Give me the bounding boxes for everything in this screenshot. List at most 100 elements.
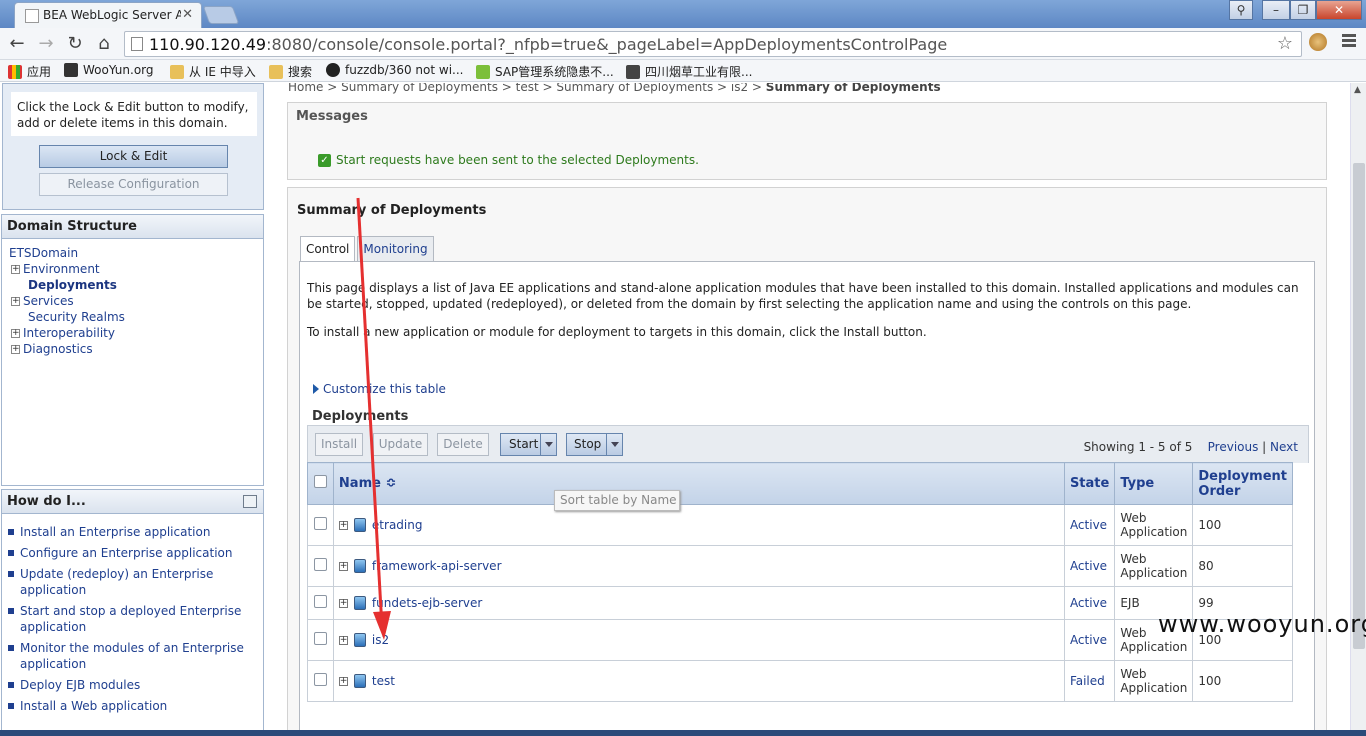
deployment-name-link[interactable]: etrading [372, 518, 423, 532]
tree-item-interoperability[interactable]: Interoperability [23, 325, 115, 341]
expand-icon[interactable]: + [338, 676, 348, 686]
chevron-down-icon[interactable] [606, 434, 622, 455]
user-icon[interactable]: ⚲ [1229, 0, 1253, 20]
scrollbar-thumb[interactable] [1353, 163, 1365, 649]
bookmark-fuzzdb[interactable]: fuzzdb/360 not wi... [326, 63, 463, 77]
row-checkbox[interactable] [313, 632, 327, 645]
deployment-state[interactable]: Active [1070, 518, 1107, 532]
application-icon [353, 596, 366, 610]
stop-button[interactable]: Stop [566, 433, 623, 456]
tree-root[interactable]: ETSDomain [9, 245, 78, 261]
expand-icon[interactable]: + [338, 635, 348, 645]
name-column-header[interactable]: Name ≎ [332, 462, 1065, 505]
expand-icon[interactable]: + [11, 328, 20, 338]
expand-icon[interactable]: + [11, 296, 20, 306]
breadcrumb[interactable]: Home > Summary of Deployments > test > S… [288, 83, 941, 94]
deployment-state[interactable]: Failed [1070, 674, 1105, 688]
change-center: Click the Lock & Edit button to modify, … [2, 83, 264, 210]
bookmark-wooyun[interactable]: WooYun.org [64, 63, 154, 77]
deployment-name-link[interactable]: test [372, 674, 395, 688]
check-shield-icon [476, 64, 490, 79]
lock-edit-button[interactable]: Lock & Edit [39, 145, 228, 168]
cookie-extension-icon[interactable] [1309, 33, 1327, 51]
table-row: + test Failed Web Application 100 [307, 660, 1293, 702]
panel-toggle-icon[interactable] [243, 495, 257, 508]
messages-box: Messages ✓ Start requests have been sent… [287, 102, 1327, 180]
row-checkbox[interactable] [313, 558, 327, 571]
expand-icon[interactable]: + [338, 598, 348, 608]
bookmark-star-icon[interactable]: ☆ [1277, 33, 1293, 54]
tree-item-services[interactable]: Services [23, 293, 74, 309]
update-button[interactable]: Update [373, 433, 428, 456]
new-tab-button[interactable] [202, 6, 240, 24]
tree-item-security-realms[interactable]: Security Realms [28, 309, 125, 325]
release-configuration-button[interactable]: Release Configuration [39, 173, 228, 196]
close-tab-icon[interactable]: ✕ [182, 7, 193, 22]
browser-titlebar: BEA WebLogic Server Ad ✕ ⚲ – ❐ ✕ [0, 0, 1366, 28]
bookmark-search[interactable]: 搜索 [269, 63, 312, 80]
site-icon [626, 64, 640, 79]
reload-icon[interactable]: ↻ [63, 33, 87, 54]
expand-icon[interactable]: + [338, 561, 348, 571]
check-icon: ✓ [318, 153, 331, 167]
minimize-button[interactable]: – [1262, 0, 1290, 20]
deployment-state[interactable]: Active [1070, 559, 1107, 573]
type-column-header[interactable]: Type [1114, 462, 1194, 505]
bookmark-sichuan[interactable]: 四川烟草工业有限... [626, 63, 752, 80]
tab-monitoring[interactable]: Monitoring [357, 236, 434, 261]
deployment-name-link[interactable]: is2 [372, 633, 389, 647]
install-button[interactable]: Install [315, 433, 363, 456]
menu-icon[interactable] [1342, 34, 1356, 49]
customize-table-link[interactable]: Customize this table [313, 382, 446, 396]
tree-item-diagnostics[interactable]: Diagnostics [23, 341, 93, 357]
deployment-name-link[interactable]: framework-api-server [372, 559, 502, 573]
tree-item-environment[interactable]: Environment [23, 261, 100, 277]
home-icon[interactable]: ⌂ [92, 33, 116, 54]
state-column-header[interactable]: State [1063, 462, 1116, 505]
list-item[interactable]: Install an Enterprise application [8, 524, 257, 540]
bookmark-ie-import[interactable]: 从 IE 中导入 [170, 63, 256, 80]
start-button[interactable]: Start [500, 433, 557, 456]
expand-icon[interactable]: + [338, 520, 348, 530]
sort-tooltip: Sort table by Name [554, 490, 680, 511]
address-bar[interactable]: 110.90.120.49:8080/console/console.porta… [124, 31, 1302, 57]
previous-link[interactable]: Previous [1208, 440, 1259, 454]
watermark: www.wooyun.org [1158, 610, 1366, 638]
close-window-button[interactable]: ✕ [1316, 0, 1362, 20]
bookmark-sap[interactable]: SAP管理系统隐患不... [476, 63, 614, 80]
row-checkbox[interactable] [313, 595, 327, 608]
tree-item-deployments[interactable]: Deployments [28, 277, 117, 293]
select-all-checkbox[interactable] [313, 475, 327, 488]
chevron-down-icon[interactable] [540, 434, 556, 455]
list-item[interactable]: Configure an Enterprise application [8, 545, 257, 561]
list-item[interactable]: Monitor the modules of an Enterprise app… [8, 640, 257, 672]
browser-tab[interactable]: BEA WebLogic Server Ad ✕ [14, 2, 202, 28]
deployment-name-link[interactable]: fundets-ejb-server [372, 596, 482, 610]
bookmark-apps[interactable]: 应用 [8, 63, 51, 80]
application-icon [353, 674, 366, 688]
forward-icon[interactable]: → [34, 33, 58, 54]
expand-triangle-icon [313, 384, 319, 394]
maximize-button[interactable]: ❐ [1290, 0, 1316, 20]
deployment-state[interactable]: Active [1070, 633, 1107, 647]
lock-description: Click the Lock & Edit button to modify, … [11, 92, 257, 136]
delete-button[interactable]: Delete [437, 433, 489, 456]
list-item[interactable]: Install a Web application [8, 698, 257, 714]
tab-control[interactable]: Control [300, 236, 356, 262]
list-item[interactable]: Deploy EJB modules [8, 677, 257, 693]
expand-icon[interactable]: + [11, 264, 20, 274]
list-item[interactable]: Start and stop a deployed Enterprise app… [8, 603, 257, 635]
row-checkbox[interactable] [313, 517, 327, 530]
order-column-header[interactable]: Deployment Order [1192, 462, 1293, 505]
list-item[interactable]: Update (redeploy) an Enterprise applicat… [8, 566, 257, 598]
select-all-header[interactable] [307, 462, 334, 505]
next-link[interactable]: Next [1270, 440, 1298, 454]
row-checkbox[interactable] [313, 673, 327, 686]
scroll-up-icon[interactable]: ▲ [1354, 85, 1361, 95]
back-icon[interactable]: ← [5, 33, 29, 54]
expand-icon[interactable]: + [11, 344, 20, 354]
tab-title: BEA WebLogic Server Ad [43, 8, 181, 22]
deployment-state[interactable]: Active [1070, 596, 1107, 610]
taskbar [0, 730, 1366, 736]
page-scrollbar[interactable]: ▲ [1350, 83, 1366, 736]
